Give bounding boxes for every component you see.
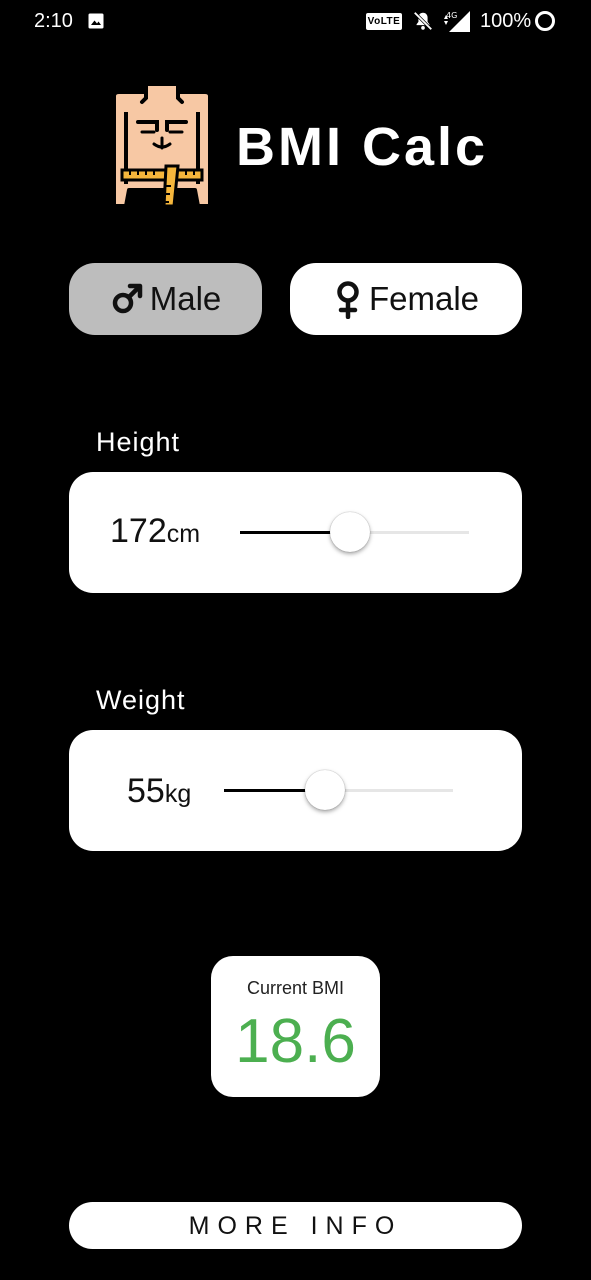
bmi-label: Current BMI: [246, 978, 345, 998]
height-unit: cm: [166, 520, 201, 548]
signal-icon: 4G: [444, 11, 470, 32]
height-slider[interactable]: [240, 512, 469, 552]
status-bar: 2:10 VoLTE 4G 100%: [0, 0, 591, 44]
height-label: Height: [96, 427, 181, 457]
bell-muted-icon: [413, 11, 433, 31]
weight-value: 55kg: [127, 772, 191, 811]
status-time: 2:10: [34, 10, 73, 32]
battery-ring-icon: [535, 11, 555, 31]
body-measuring-tape-icon: [112, 82, 212, 208]
height-number: 172: [110, 512, 167, 550]
bmi-value: 18.6: [235, 1007, 356, 1076]
male-button[interactable]: Male: [69, 263, 262, 335]
height-card: 172cm: [69, 472, 522, 593]
female-button[interactable]: Female: [290, 263, 522, 335]
female-label: Female: [368, 280, 480, 317]
male-symbol-icon: [112, 283, 142, 314]
weight-number: 55: [127, 772, 165, 810]
female-symbol-icon: [337, 281, 359, 319]
bmi-result-card: Current BMI 18.6: [211, 956, 380, 1097]
height-slider-thumb[interactable]: [329, 512, 370, 552]
image-icon: [88, 13, 104, 29]
weight-card: 55kg: [69, 730, 522, 851]
male-label: Male: [149, 280, 222, 317]
weight-slider-thumb[interactable]: [304, 770, 345, 810]
weight-label: Weight: [96, 685, 186, 715]
volte-icon: VoLTE: [366, 13, 402, 30]
weight-unit: kg: [164, 780, 192, 808]
weight-slider[interactable]: [224, 770, 453, 810]
height-value: 172cm: [110, 512, 200, 551]
app-title: BMI Calc: [236, 117, 489, 177]
more-info-button[interactable]: MORE INFO: [69, 1202, 522, 1249]
battery-percent: 100%: [480, 10, 532, 32]
